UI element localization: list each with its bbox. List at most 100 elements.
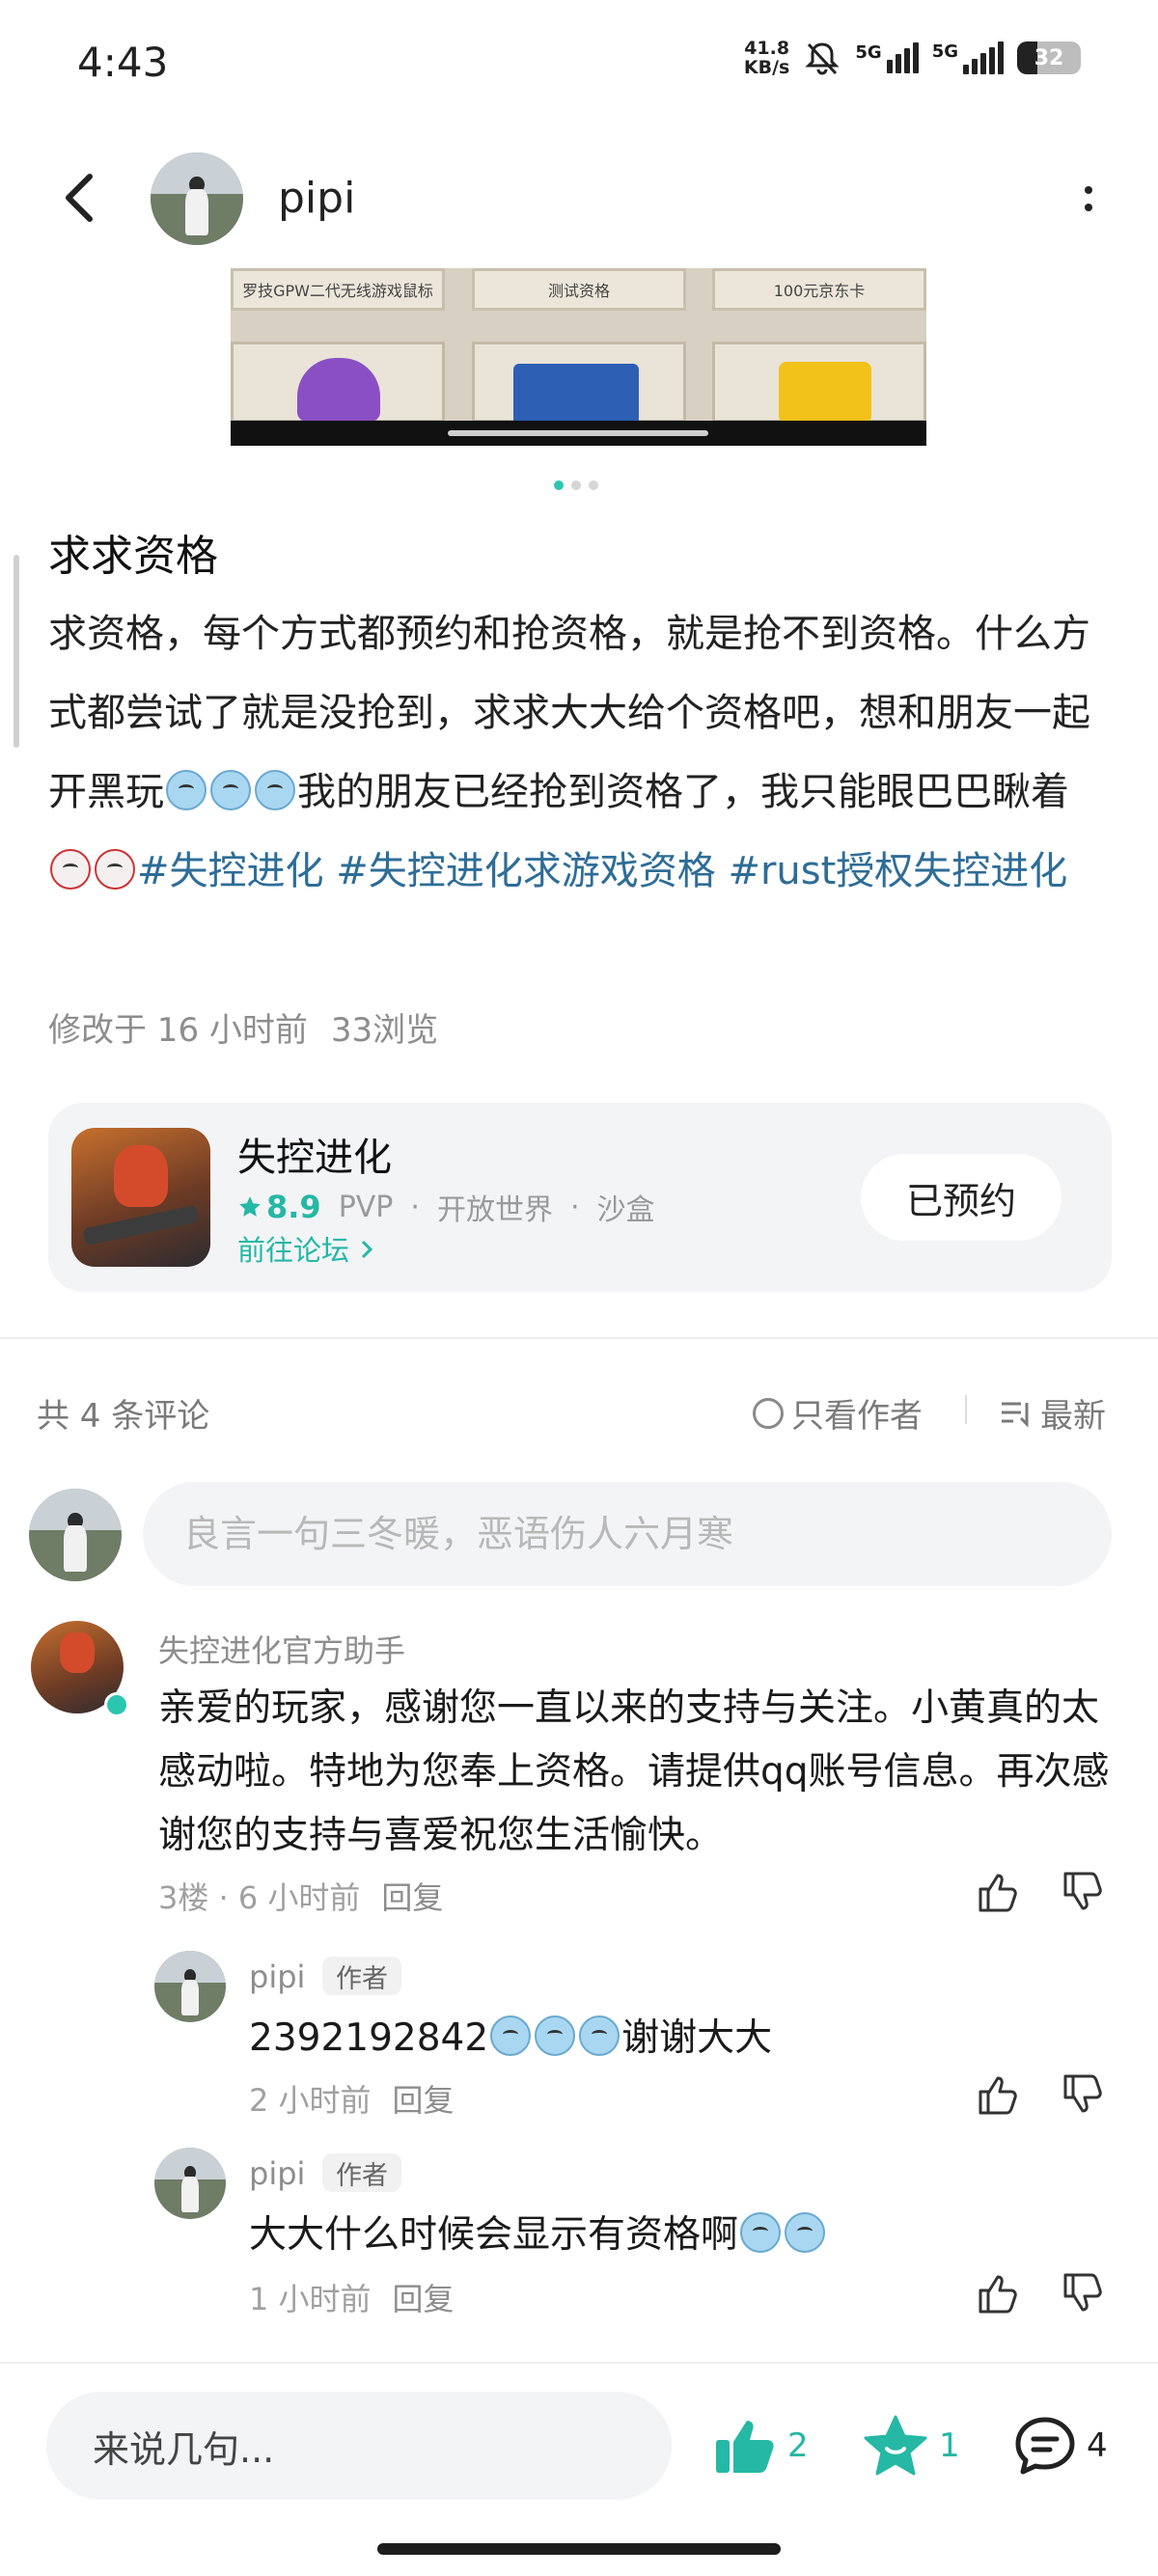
net-speed-unit: KB/s — [743, 57, 790, 78]
reply-avatar[interactable] — [154, 2148, 226, 2219]
favorite-button[interactable]: 1 — [862, 2412, 960, 2480]
status-bar: 4:43 41.8 KB/s 5G 5G 32 — [0, 0, 1158, 125]
verified-badge-icon — [104, 1692, 129, 1717]
banner-card: 100元京东卡 — [712, 268, 926, 311]
sim2-label: 5G — [931, 41, 958, 62]
reply-button[interactable]: 回复 — [393, 2275, 455, 2319]
thumbs-up-icon[interactable] — [975, 2070, 1023, 2119]
reply-author[interactable]: pipi — [249, 1959, 305, 1995]
reply-time: 1 小时前 — [249, 2281, 372, 2317]
sort-icon — [1002, 1402, 1029, 1428]
crying-emoji-icon — [579, 2015, 620, 2056]
carousel-dots — [554, 480, 598, 490]
reply-text-suffix: 谢谢大大 — [621, 2016, 773, 2060]
favorite-count: 1 — [939, 2426, 960, 2465]
comment-text: 亲爱的玩家，感谢您一直以来的支持与关注。小黄真的太感动啦。特地为您奉上资格。请提… — [158, 1686, 1110, 1857]
chevron-left-icon — [66, 174, 93, 222]
comment-input[interactable] — [143, 1482, 1112, 1586]
post-image-carousel[interactable]: 罗技GPW二代无线游戏鼠标 测试资格 100元京东卡 — [231, 268, 926, 446]
crying-emoji-icon — [740, 2212, 782, 2253]
reply-text: 2392192842 谢谢大大 — [249, 2007, 1117, 2070]
home-indicator[interactable] — [377, 2543, 781, 2555]
post-body: 求资格，每个方式都预约和抢资格，就是抢不到资格。什么方式都尝试了就是没抢到，求求… — [48, 594, 1110, 911]
section-divider — [0, 1337, 1158, 1339]
reply-author[interactable]: pipi — [249, 2155, 305, 2192]
author-only-label: 只看作者 — [791, 1397, 923, 1436]
comment-count: 共 4 条评论 — [37, 1397, 210, 1436]
clown-emoji-icon — [50, 849, 91, 890]
game-name[interactable]: 失控进化 — [237, 1126, 392, 1182]
star-face-icon — [864, 2415, 927, 2476]
bottom-divider — [0, 2362, 1158, 2364]
author-name[interactable]: pipi — [278, 174, 355, 223]
separator-dot: · — [569, 1190, 580, 1224]
chevron-right-icon — [362, 1240, 373, 1259]
reply-time: 2 小时前 — [249, 2082, 372, 2119]
post-title: 求求资格 — [48, 532, 218, 581]
hashtag-link[interactable]: #失控进化 — [137, 849, 324, 893]
thumbs-down-icon[interactable] — [1060, 1868, 1108, 1916]
reply-button[interactable]: 回复 — [381, 1874, 443, 1918]
thumbs-up-icon[interactable] — [975, 2269, 1023, 2317]
comment-button[interactable]: 4 — [1013, 2412, 1108, 2480]
star-icon — [239, 1196, 261, 1217]
genre-tag: 沙盒 — [596, 1193, 655, 1227]
reply-button[interactable]: 回复 — [393, 2076, 455, 2121]
reply-meta: 1 小时前 回复 — [249, 2275, 455, 2319]
post-text-part-2: 我的朋友已经抢到资格了，我只能眼巴巴瞅着 — [297, 770, 1069, 814]
status-time: 4:43 — [77, 39, 169, 86]
crying-emoji-icon — [490, 2015, 532, 2056]
like-count: 2 — [787, 2426, 809, 2465]
thumbs-down-icon[interactable] — [1060, 2269, 1108, 2317]
banner-card: 测试资格 — [472, 268, 686, 311]
bottom-comment-input[interactable]: 来说几句... — [46, 2392, 672, 2500]
thumbs-up-icon[interactable] — [975, 1868, 1023, 1916]
comment-floor-time: 3楼 · 6 小时前 — [158, 1879, 361, 1916]
banner-prize-tile — [472, 342, 686, 425]
sim1-label: 5G — [855, 42, 882, 63]
author-badge: 作者 — [322, 1957, 401, 1995]
thumbs-down-icon[interactable] — [1060, 2070, 1108, 2119]
hashtag-link[interactable]: #rust授权失控进化 — [728, 849, 1067, 893]
crying-emoji-icon — [785, 2212, 826, 2253]
hashtag-link[interactable]: #失控进化求游戏资格 — [336, 849, 716, 893]
like-button[interactable]: 2 — [712, 2412, 809, 2480]
radio-icon — [753, 1397, 784, 1429]
comment-author[interactable]: 失控进化官方助手 — [158, 1627, 405, 1671]
author-only-toggle[interactable]: 只看作者 — [753, 1389, 923, 1437]
thumbs-up-filled-icon — [716, 2421, 774, 2473]
back-button[interactable] — [46, 164, 114, 232]
reply-avatar[interactable] — [154, 1951, 226, 2022]
comment-bubble-icon — [1015, 2417, 1075, 2475]
scroll-indicator — [14, 555, 19, 748]
game-card[interactable]: 失控进化 8.9 PVP · 开放世界 · 沙盒 前往论坛 已预约 — [48, 1103, 1112, 1292]
comment-meta: 3楼 · 6 小时前 回复 — [158, 1874, 443, 1918]
game-info: 8.9 PVP · 开放世界 · 沙盒 — [237, 1186, 655, 1228]
net-speed: 41.8 KB/s — [744, 39, 789, 77]
game-score: 8.9 — [237, 1189, 321, 1225]
crying-emoji-icon — [210, 770, 251, 810]
reply-text-main: 2392192842 — [249, 2016, 489, 2060]
separator-dot: · — [410, 1190, 420, 1224]
genre-tag: PVP — [338, 1190, 394, 1224]
battery-icon: 32 — [1017, 41, 1081, 74]
author-avatar[interactable] — [151, 152, 243, 245]
banner-prize-tile — [712, 342, 926, 424]
my-avatar[interactable] — [29, 1489, 122, 1581]
vertical-divider — [965, 1395, 967, 1424]
sort-button[interactable]: 最新 — [1000, 1389, 1106, 1437]
forum-link[interactable]: 前往论坛 — [237, 1228, 375, 1269]
more-options-button[interactable] — [1069, 179, 1108, 218]
game-icon[interactable] — [71, 1128, 210, 1267]
author-badge: 作者 — [322, 2153, 401, 2192]
reserved-button[interactable]: 已预约 — [861, 1154, 1062, 1241]
post-meta: 修改于 16 小时前 33浏览 — [48, 1003, 438, 1051]
edited-time: 修改于 16 小时前 — [48, 1011, 308, 1050]
banner-prize-tile — [231, 342, 445, 423]
carousel-dot — [589, 480, 598, 490]
banner-card: 罗技GPW二代无线游戏鼠标 — [231, 268, 445, 311]
dot-icon — [1085, 204, 1092, 211]
reply-text-main: 大大什么时候会显示有资格啊 — [249, 2213, 739, 2257]
image-progress-bar — [231, 421, 926, 446]
reply-meta: 2 小时前 回复 — [249, 2076, 455, 2121]
